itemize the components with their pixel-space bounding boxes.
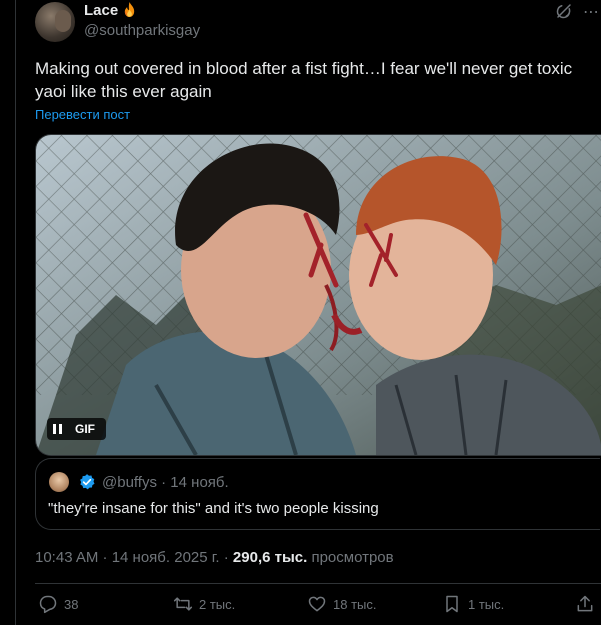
tweet-text: Making out covered in blood after a fist…: [35, 59, 573, 101]
like-count: 18 тыс.: [333, 596, 377, 612]
like-button[interactable]: 18 тыс.: [307, 594, 376, 614]
reply-button[interactable]: 38: [38, 594, 78, 614]
tweet-meta: 10:43 AM · 14 нояб. 2025 г. · 290,6 тыс.…: [35, 549, 394, 566]
reply-icon: [39, 595, 57, 614]
reply-count: 38: [64, 596, 79, 612]
divider: [35, 583, 601, 584]
gif-label: GIF: [75, 422, 95, 436]
translate-link[interactable]: Перевести пост: [35, 107, 130, 122]
author-handle[interactable]: @southparkisgay: [84, 22, 200, 39]
quote-text: "they're insane for this" and it's two p…: [48, 500, 379, 517]
share-icon: [577, 595, 593, 612]
action-bar: 38 2 тыс. 18 тыс. 1 тыс.: [35, 594, 601, 622]
heart-icon: [308, 596, 326, 612]
thread-border: [15, 0, 16, 625]
bookmark-count: 1 тыс.: [468, 596, 505, 612]
verified-badge-icon: [80, 474, 95, 490]
fire-emoji-icon: [124, 2, 135, 17]
timestamp[interactable]: 10:43 AM · 14 нояб. 2025 г. ·: [35, 549, 233, 566]
quoted-tweet[interactable]: @buffys · 14 нояб. "they're insane for t…: [35, 458, 600, 530]
quote-avatar[interactable]: [49, 472, 69, 492]
views-label: просмотров: [307, 549, 394, 566]
quote-handle-date[interactable]: @buffys · 14 нояб.: [102, 474, 229, 491]
bookmark-icon: [446, 595, 458, 613]
author-name[interactable]: Lace: [84, 2, 118, 19]
tweet-header: Lace @southparkisgay ⋯: [35, 0, 601, 44]
gif-badge[interactable]: GIF: [47, 418, 106, 440]
repost-count: 2 тыс.: [199, 596, 236, 612]
gif-media[interactable]: GIF: [35, 134, 601, 456]
gif-frame: [36, 135, 601, 455]
share-button[interactable]: [575, 594, 601, 614]
repost-button[interactable]: 2 тыс.: [173, 594, 235, 614]
repost-icon: [173, 597, 193, 611]
bookmark-button[interactable]: 1 тыс.: [442, 594, 504, 614]
more-options-icon[interactable]: ⋯: [583, 2, 600, 22]
views-count: 290,6 тыс.: [232, 549, 308, 566]
pause-icon[interactable]: [47, 418, 67, 440]
grok-icon[interactable]: [555, 2, 573, 20]
avatar[interactable]: [35, 2, 75, 42]
